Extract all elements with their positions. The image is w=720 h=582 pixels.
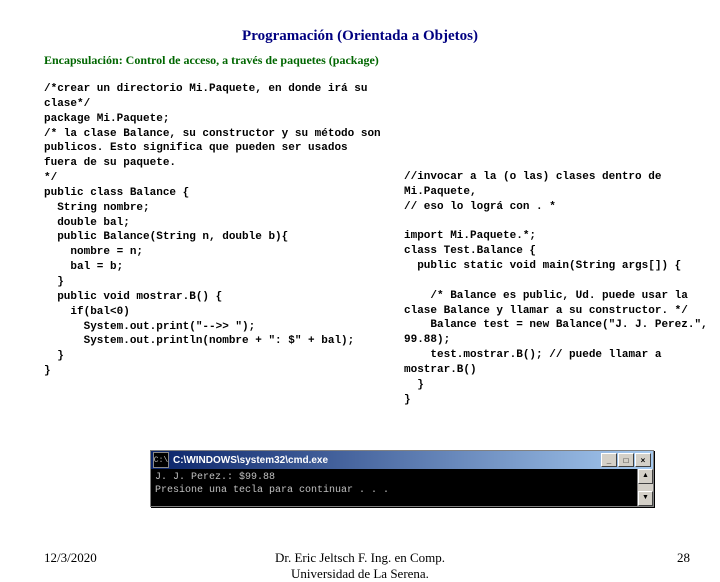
slide-subtitle: Encapsulación: Control de acceso, a trav…	[44, 53, 720, 68]
footer-center: Dr. Eric Jeltsch F. Ing. en Comp. Univer…	[0, 550, 720, 582]
cmd-output-line: Presione una tecla para continuar . . .	[155, 484, 649, 497]
maximize-button[interactable]: □	[618, 453, 634, 467]
scroll-down-icon[interactable]: ▼	[638, 491, 653, 506]
cmd-window: C:\ C:\WINDOWS\system32\cmd.exe _ □ × J.…	[150, 450, 654, 507]
slide-title: Programación (Orientada a Objetos)	[0, 28, 720, 45]
cmd-output-line: J. J. Perez.: $99.88	[155, 471, 649, 484]
code-right: //invocar a la (o las) clases dentro de …	[384, 82, 710, 408]
scrollbar[interactable]: ▲ ▼	[637, 469, 653, 506]
footer-page: 28	[677, 550, 690, 566]
cmd-title-text: C:\WINDOWS\system32\cmd.exe	[173, 455, 328, 466]
footer-university: Universidad de La Serena.	[291, 566, 429, 581]
close-button[interactable]: ×	[635, 453, 651, 467]
cmd-title-left: C:\ C:\WINDOWS\system32\cmd.exe	[153, 452, 328, 468]
cmd-titlebar: C:\ C:\WINDOWS\system32\cmd.exe _ □ ×	[151, 451, 653, 469]
cmd-body: J. J. Perez.: $99.88 Presione una tecla …	[151, 469, 653, 499]
scroll-up-icon[interactable]: ▲	[638, 469, 653, 484]
footer-author: Dr. Eric Jeltsch F. Ing. en Comp.	[275, 550, 445, 565]
code-left: /*crear un directorio Mi.Paquete, en don…	[44, 82, 384, 408]
window-buttons: _ □ ×	[601, 453, 651, 467]
code-columns: /*crear un directorio Mi.Paquete, en don…	[44, 82, 710, 408]
cmd-icon: C:\	[153, 452, 169, 468]
minimize-button[interactable]: _	[601, 453, 617, 467]
